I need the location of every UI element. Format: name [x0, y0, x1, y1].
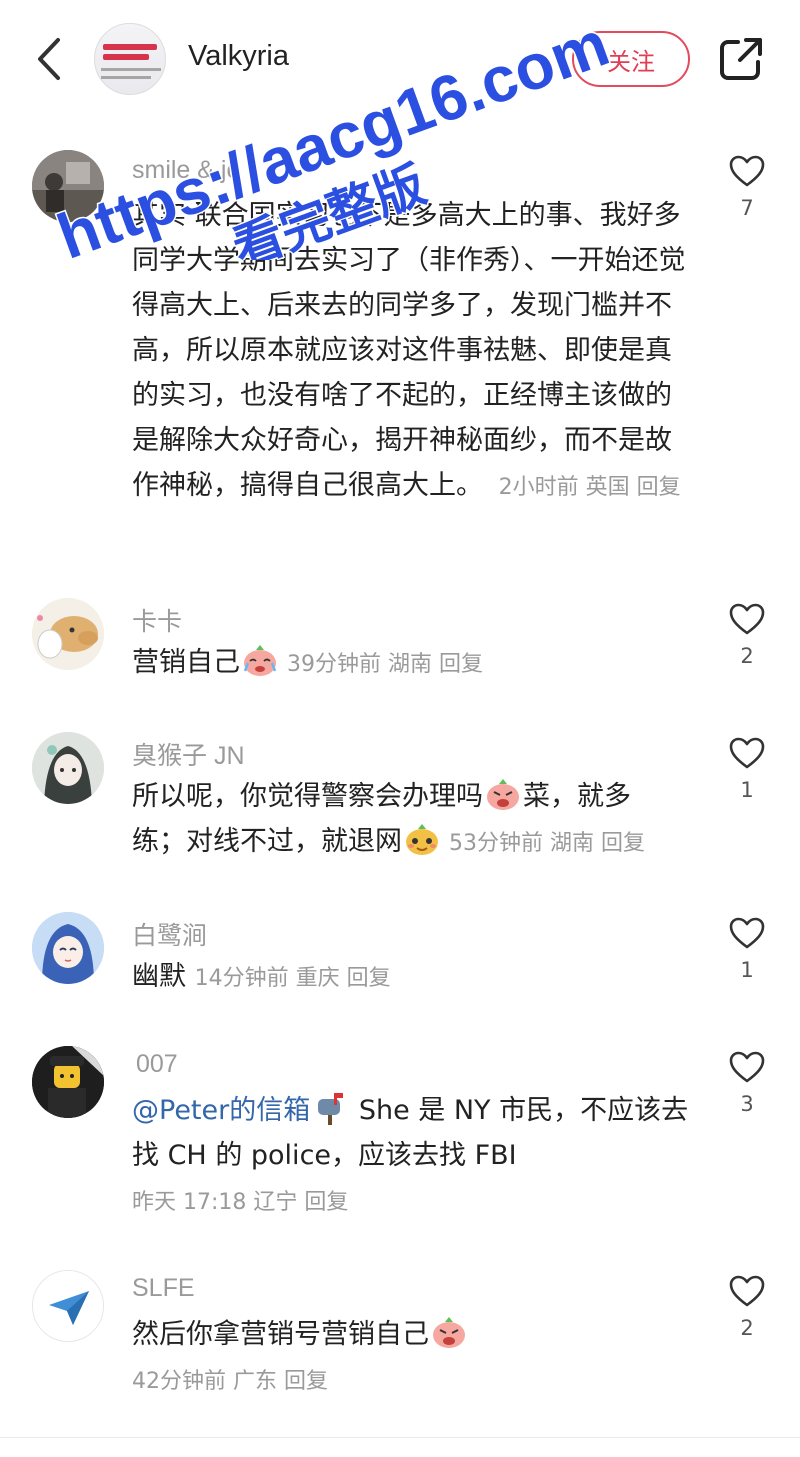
comment-meta: 2小时前 英国 回复	[492, 475, 681, 500]
comment-meta: 39分钟前 湖南 回复	[280, 652, 483, 677]
avatar[interactable]	[32, 598, 104, 670]
smug-emoji-icon	[404, 822, 440, 856]
share-icon[interactable]	[718, 36, 764, 82]
comment-username[interactable]: 007	[136, 1050, 178, 1079]
comment-location: 湖南	[550, 831, 595, 856]
back-arrow-icon[interactable]	[30, 36, 70, 82]
like-count: 2	[740, 644, 754, 668]
avatar[interactable]	[32, 912, 104, 984]
reply-button[interactable]: 回复	[304, 1190, 348, 1215]
comment-text: 然后你拿营销号营销自己 42分钟前 广东 回复	[132, 1312, 692, 1404]
like-button[interactable]: 3	[724, 1050, 770, 1116]
comment-body: 幽默	[132, 961, 186, 992]
comment-meta: 14分钟前 重庆 回复	[195, 966, 391, 991]
like-count: 2	[740, 1316, 754, 1340]
comment-text: 所以呢，你觉得警察会办理吗 菜，就多练；对线不过，就退网 53分钟前 湖南 回复	[132, 774, 677, 866]
heart-icon	[729, 1051, 765, 1083]
avatar[interactable]	[32, 1270, 104, 1342]
crying-emoji-icon	[242, 643, 278, 677]
comment-time: 53分钟前	[449, 831, 543, 856]
divider	[0, 1437, 800, 1438]
like-button[interactable]: 1	[724, 916, 770, 982]
comment-location: 辽宁	[253, 1190, 298, 1215]
top-bar: Valkyria 关注	[0, 0, 800, 120]
comment-meta: 42分钟前 广东 回复	[132, 1369, 328, 1394]
like-button[interactable]: 2	[724, 1274, 770, 1340]
heart-icon	[729, 155, 765, 187]
comment-text: 幽默 14分钟前 重庆 回复	[132, 954, 692, 1001]
avatar[interactable]	[32, 1046, 104, 1118]
like-button[interactable]: 1	[724, 736, 770, 802]
comment-text: 其实 联合国实习也不是多高大上的事、我好多同学大学期间去实习了（非作秀）、一开始…	[132, 193, 692, 510]
reply-button[interactable]: 回复	[347, 966, 391, 991]
comment-text: 营销自己 39分钟前 湖南 回复	[132, 640, 692, 687]
avatar[interactable]	[32, 150, 104, 222]
comment-location: 湖南	[388, 652, 433, 677]
avatar[interactable]	[32, 732, 104, 804]
comment-location: 重庆	[295, 966, 340, 991]
heart-icon	[729, 917, 765, 949]
heart-icon	[729, 603, 765, 635]
comment-username[interactable]: 白鹭涧	[132, 916, 207, 952]
author-name[interactable]: Valkyria	[188, 40, 289, 73]
reply-button[interactable]: 回复	[601, 831, 645, 856]
comment-time: 39分钟前	[287, 652, 381, 677]
comment-meta: 53分钟前 湖南 回复	[442, 831, 645, 856]
like-button[interactable]: 2	[724, 602, 770, 668]
comment-username[interactable]: 卡卡	[132, 602, 182, 638]
comment-body: 营销自己	[132, 647, 240, 678]
angry-emoji-icon	[431, 1315, 467, 1349]
comment-text: @Peter的信箱 She 是 NY 市民，不应该去找 CH 的 police，…	[132, 1088, 692, 1225]
mailbox-icon	[312, 1091, 348, 1125]
follow-button[interactable]: 关注	[572, 31, 690, 87]
comment-username[interactable]: smile & jo	[132, 156, 240, 185]
heart-icon	[729, 737, 765, 769]
comment-username[interactable]: 臭猴子 JN	[132, 736, 245, 772]
reply-button[interactable]: 回复	[637, 475, 681, 500]
comment-username[interactable]: SLFE	[132, 1274, 195, 1303]
author-avatar[interactable]	[94, 23, 166, 95]
comment-time: 14分钟前	[194, 966, 289, 991]
reply-button[interactable]: 回复	[284, 1369, 328, 1394]
mention-link[interactable]: @Peter的信箱	[132, 1095, 310, 1126]
like-button[interactable]: 7	[724, 154, 770, 220]
like-count: 7	[740, 196, 754, 220]
heart-icon	[729, 1275, 765, 1307]
comment-time: 2小时前	[498, 475, 579, 500]
comment-body: 所以呢，你觉得警察会办理吗	[132, 781, 483, 812]
like-count: 3	[740, 1092, 754, 1116]
reply-button[interactable]: 回复	[439, 652, 483, 677]
comment-time: 昨天 17:18	[132, 1190, 247, 1215]
comment-body: 其实 联合国实习也不是多高大上的事、我好多同学大学期间去实习了（非作秀）、一开始…	[132, 200, 686, 501]
comment-location: 英国	[585, 475, 630, 500]
comment-time: 42分钟前	[132, 1369, 226, 1394]
like-count: 1	[740, 778, 754, 802]
comment-location: 广东	[233, 1369, 278, 1394]
comment-body: 然后你拿营销号营销自己	[132, 1319, 429, 1350]
like-count: 1	[740, 958, 754, 982]
angry-emoji-icon	[485, 777, 521, 811]
comment-meta: 昨天 17:18 辽宁 回复	[132, 1190, 348, 1215]
